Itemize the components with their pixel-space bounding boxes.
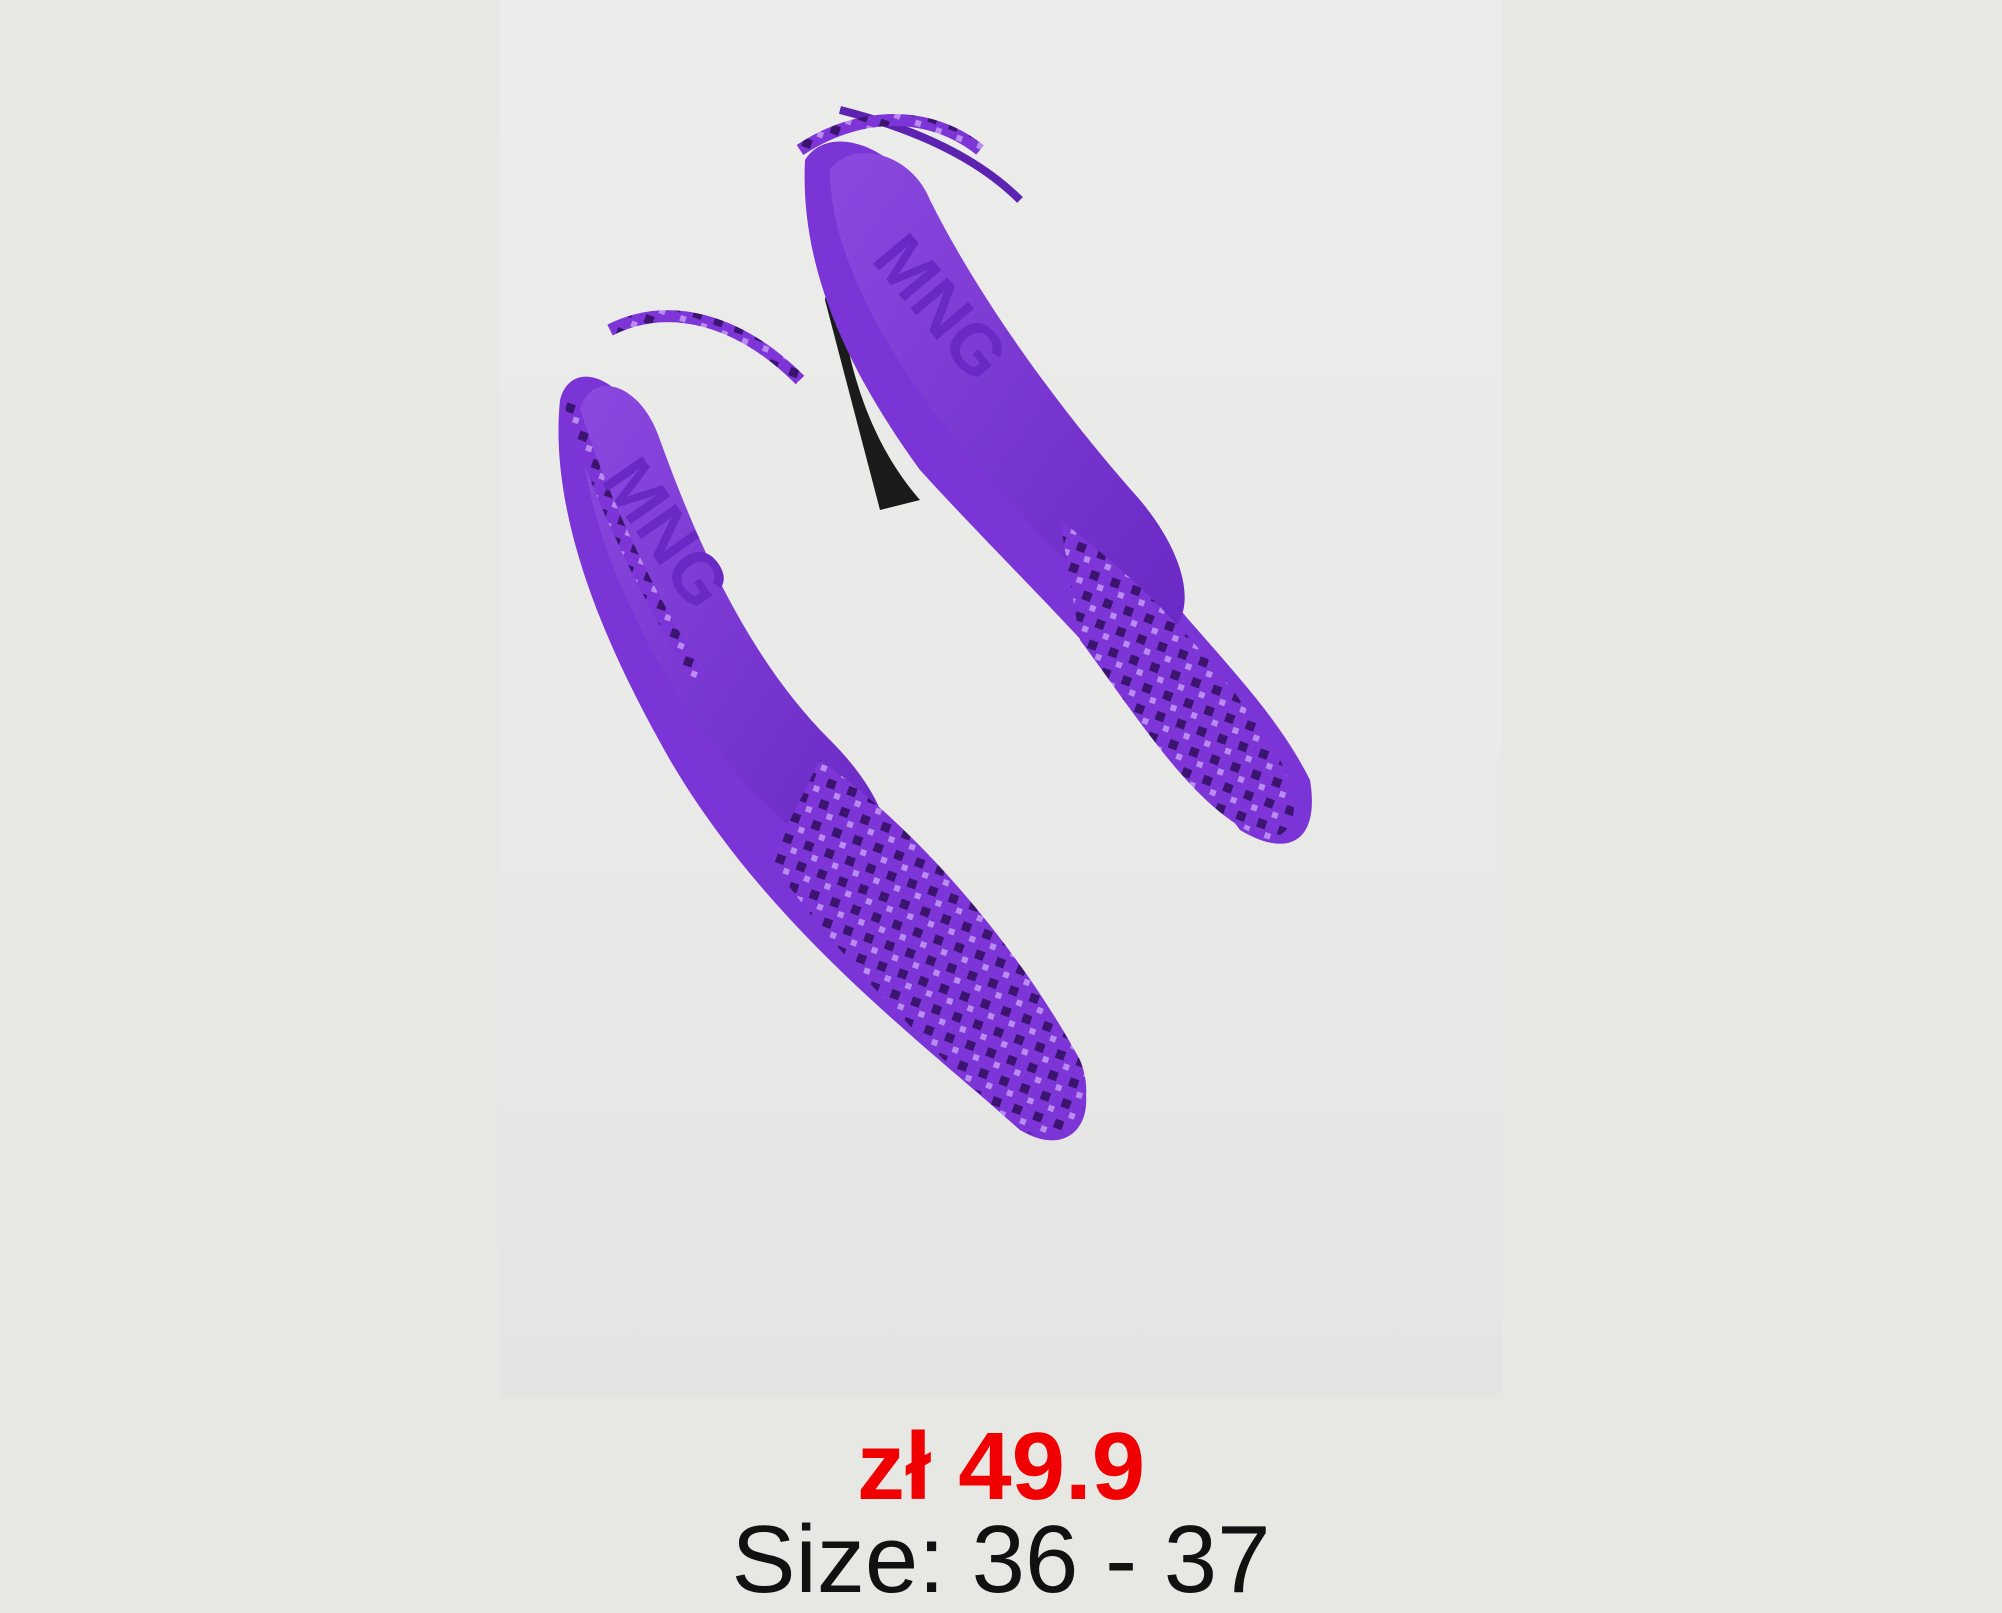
right-shoe: MNG <box>796 106 1312 844</box>
product-image[interactable]: MNG MNG <box>500 0 1502 1398</box>
size-label: Size: 36 - 37 <box>731 1506 1271 1613</box>
shoe-pair-illustration: MNG MNG <box>558 106 1312 1141</box>
